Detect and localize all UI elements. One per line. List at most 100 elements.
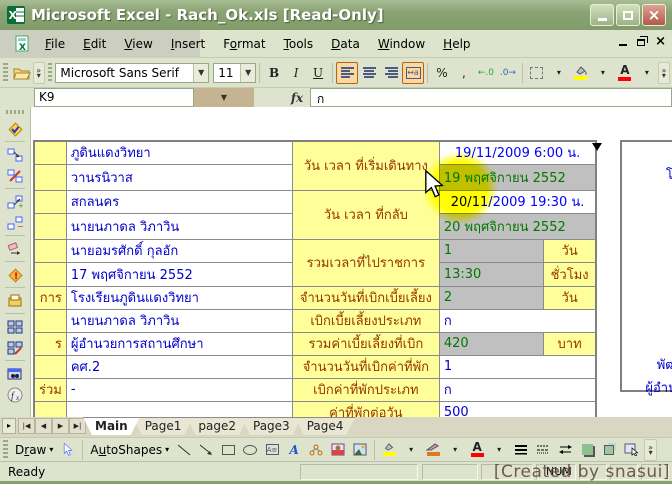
bold-button[interactable]: B (263, 62, 285, 84)
next-sheet-button[interactable]: ▶ (52, 418, 69, 434)
select-multiple-button[interactable] (620, 439, 642, 461)
cell-left-fragment[interactable] (34, 401, 66, 417)
cell-label[interactable]: เบิกเบี้ยเลี้ยงประเภท (292, 309, 439, 332)
cell-unit[interactable]: วัน (543, 286, 596, 309)
name-box[interactable]: K9 (34, 88, 194, 107)
cell-left-fragment[interactable]: การ (34, 286, 66, 309)
new-comment-button[interactable] (3, 290, 27, 311)
auditing-toolbar-grip[interactable] (6, 110, 24, 114)
cell-name[interactable]: โรงเรียนภูดินแดงวิทยา (66, 286, 292, 309)
insert-function-button[interactable]: fx (284, 88, 310, 107)
cell-left-fragment[interactable] (34, 262, 66, 286)
sheet-tab-page1[interactable]: Page1 (133, 417, 194, 435)
autoshapes-menu-button[interactable]: AutoShapes▾ (86, 441, 173, 459)
drawing-toolbar-options[interactable]: »▾ (644, 439, 657, 461)
formula-input[interactable]: ก (310, 88, 672, 107)
decrease-decimal-button[interactable]: .0→ (497, 62, 519, 84)
cell-label[interactable]: รวมค่าเบี้ยเลี้ยงที่เบิก (292, 332, 439, 355)
sheet-restore-icon[interactable] (637, 39, 645, 46)
maximize-button[interactable] (616, 4, 640, 26)
fill-color-caret-icon[interactable]: ▾ (592, 62, 614, 84)
cell-value[interactable]: 420 (439, 332, 543, 355)
cell-unit[interactable]: ชั่วโมง (543, 262, 596, 286)
cell-name[interactable]: วานรนิวาส (66, 164, 292, 190)
cell-name[interactable]: ภูดินแดงวิทยา (66, 141, 292, 164)
trace-precedents-button[interactable] (3, 144, 27, 165)
prev-sheet-button[interactable]: ◀ (35, 418, 52, 434)
borders-caret-icon[interactable]: ▾ (548, 62, 570, 84)
menu-tools[interactable]: Tools (275, 34, 323, 54)
cell-left-fragment[interactable] (34, 355, 66, 378)
evaluate-formula-button[interactable]: fx (3, 384, 27, 405)
cell-name[interactable]: ผู้อำนวยการสถานศึกษา (66, 332, 292, 355)
cell-value[interactable]: 1 (439, 239, 543, 262)
cell-value[interactable]: 500 (439, 401, 596, 417)
font-size-combo[interactable]: 11 ▼ (213, 63, 256, 83)
cell-name[interactable]: นายนภาดล วิภาวิน (66, 213, 292, 239)
cell-unit[interactable]: วัน (543, 239, 596, 262)
cell-label[interactable]: รวมเวลาที่ไปราชการ (292, 239, 439, 286)
arrow-button[interactable] (195, 439, 217, 461)
draw-menu-button[interactable]: Draw▾ (11, 441, 57, 459)
rectangle-button[interactable] (217, 439, 239, 461)
cell-left-fragment[interactable] (34, 239, 66, 262)
standard-toolbar-grip[interactable] (3, 63, 8, 83)
cell-left-fragment[interactable]: ร (34, 332, 66, 355)
name-box-dropdown[interactable]: ▼ (194, 88, 254, 107)
sheet-tab-page4[interactable]: Page4 (295, 417, 356, 435)
font-color-caret-icon[interactable]: ▾ (636, 62, 658, 84)
menu-data[interactable]: Data (322, 34, 369, 54)
cell-left-fragment[interactable] (34, 213, 66, 239)
sheet-tab-page3[interactable]: Page3 (241, 417, 302, 435)
validation-dropdown-icon[interactable] (592, 143, 602, 151)
cell-name[interactable]: นายอมรศักดิ์ กุลอัก (66, 239, 292, 262)
open-button[interactable] (11, 62, 33, 84)
menu-help[interactable]: Help (434, 34, 479, 54)
dash-style-button[interactable] (532, 439, 554, 461)
font-name-combo[interactable]: Microsoft Sans Serif ▼ (55, 63, 209, 83)
error-checking-button[interactable]: ! (3, 264, 27, 285)
font-color-button[interactable]: A (614, 62, 636, 84)
cell-value[interactable]: ก (439, 309, 596, 332)
cell-value[interactable]: ก (439, 378, 596, 401)
standard-toolbar-options[interactable]: »▾ (33, 62, 45, 84)
minimize-button[interactable] (590, 4, 614, 26)
underline-button[interactable]: U (307, 62, 329, 84)
close-button[interactable]: × (642, 4, 666, 26)
italic-button[interactable]: I (285, 62, 307, 84)
formatting-toolbar-grip[interactable] (48, 63, 53, 83)
remove-all-arrows-button[interactable] (3, 238, 27, 259)
cell-label[interactable]: ค่าที่พักต่อวัน (292, 401, 439, 417)
tab-split-handle[interactable]: ▸ (2, 418, 16, 434)
comma-style-button[interactable]: , (453, 62, 475, 84)
line-style-button[interactable] (510, 439, 532, 461)
align-right-button[interactable] (380, 62, 402, 84)
merge-center-button[interactable]: ↔a (402, 62, 424, 84)
toolbar-options[interactable]: »▾ (658, 62, 670, 84)
menu-edit[interactable]: Edit (74, 34, 115, 54)
cell-name[interactable]: นายนภาดล วิภาวิน (66, 309, 292, 332)
insert-picture-button[interactable] (349, 439, 371, 461)
sheet-canvas[interactable]: ภูดินแดงวิทยาวัน เวลา ที่เริ่มเดินทาง19/… (31, 107, 672, 417)
percent-style-button[interactable]: % (431, 62, 453, 84)
cell-name[interactable] (66, 401, 292, 417)
shadow-style-button[interactable] (576, 439, 598, 461)
cell-name[interactable]: - (66, 378, 292, 401)
cell-left-fragment[interactable] (34, 164, 66, 190)
error-checking-smart-button[interactable] (3, 118, 27, 139)
line-button[interactable] (173, 439, 195, 461)
threed-style-button[interactable] (598, 439, 620, 461)
cell-value[interactable]: 2 (439, 286, 543, 309)
align-left-button[interactable] (336, 62, 358, 84)
cell-value[interactable]: 13:30 (439, 262, 543, 286)
font-name-caret-icon[interactable]: ▼ (193, 64, 208, 82)
cell-name[interactable]: คศ.2 (66, 355, 292, 378)
wordart-button[interactable]: A (283, 439, 305, 461)
draw-line-color-button[interactable] (422, 439, 444, 461)
cell-left-fragment[interactable] (34, 141, 66, 164)
align-center-button[interactable] (358, 62, 380, 84)
draw-line-caret-icon[interactable]: ▾ (444, 439, 466, 461)
first-sheet-button[interactable]: |◀ (18, 418, 35, 434)
show-watch-window-button[interactable] (3, 363, 27, 384)
cell-name[interactable]: 17 พฤศจิกายน 2552 (66, 262, 292, 286)
